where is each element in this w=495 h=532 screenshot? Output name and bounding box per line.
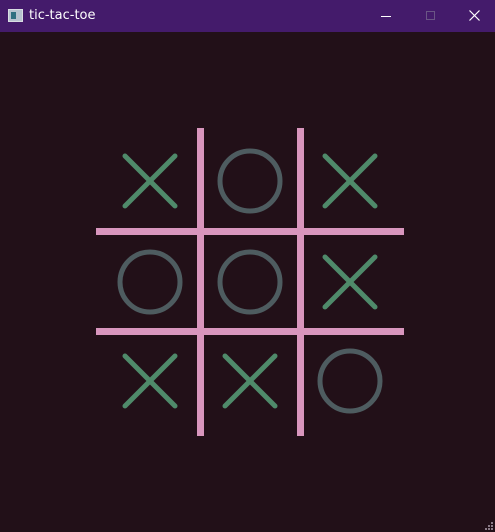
game-board bbox=[96, 128, 404, 436]
resize-grip-icon[interactable] bbox=[485, 522, 493, 530]
close-icon bbox=[469, 10, 480, 21]
minimize-button[interactable] bbox=[364, 0, 408, 32]
maximize-button[interactable] bbox=[408, 0, 452, 32]
board-cell-r1-c2[interactable] bbox=[202, 133, 298, 229]
game-window: tic-tac-toe bbox=[0, 0, 495, 532]
board-cell-r3-c3[interactable] bbox=[302, 333, 398, 429]
maximize-icon bbox=[426, 11, 435, 20]
board-cell-r2-c2[interactable] bbox=[202, 234, 298, 330]
board-cell-r2-c1[interactable] bbox=[102, 234, 198, 330]
close-button[interactable] bbox=[452, 0, 495, 32]
app-window-icon bbox=[8, 9, 23, 22]
window-title: tic-tac-toe bbox=[29, 8, 96, 23]
grid-line-horizontal-1 bbox=[96, 228, 404, 235]
title-bar[interactable]: tic-tac-toe bbox=[0, 0, 495, 32]
minimize-icon bbox=[381, 16, 391, 17]
